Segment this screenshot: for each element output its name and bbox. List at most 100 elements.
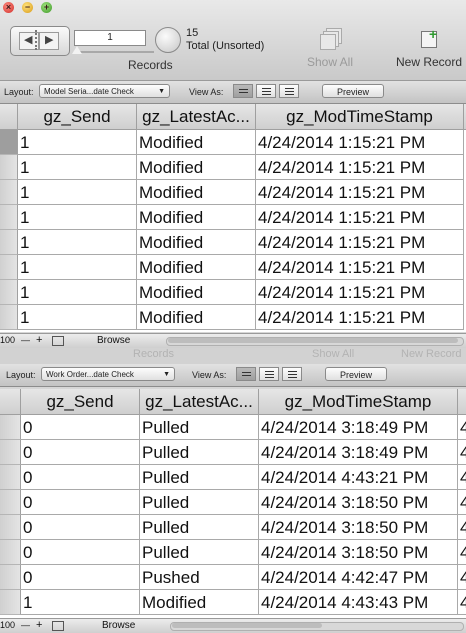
cell-gz-send[interactable]: 1: [18, 180, 137, 205]
cell-gz-modtimestamp[interactable]: 4/24/2014 1:15:21 PM: [256, 280, 464, 305]
cell-gz-modtimestamp[interactable]: 4/24/2014 4:43:21 PM: [259, 465, 458, 490]
column-header-gz-latestaction[interactable]: gz_LatestAc...: [140, 389, 259, 414]
cell-partial-column[interactable]: 4: [458, 415, 466, 440]
cell-gz-send[interactable]: 1: [18, 305, 137, 330]
zoom-in-button[interactable]: +: [36, 334, 42, 346]
cell-gz-latestaction[interactable]: Modified: [137, 180, 256, 205]
column-header-gz-modtimestamp[interactable]: gz_ModTimeStamp: [259, 389, 458, 414]
view-as-list-button[interactable]: [256, 84, 276, 98]
cell-gz-modtimestamp[interactable]: 4/24/2014 1:15:21 PM: [256, 255, 464, 280]
cell-gz-send[interactable]: 1: [18, 280, 137, 305]
view-as-form-button[interactable]: [233, 84, 253, 98]
minimize-button[interactable]: −: [22, 2, 33, 13]
cell-gz-modtimestamp[interactable]: 4/24/2014 3:18:50 PM: [259, 540, 458, 565]
record-slider[interactable]: [72, 46, 154, 54]
row-gutter[interactable]: [0, 440, 21, 465]
cell-gz-modtimestamp[interactable]: 4/24/2014 1:15:21 PM: [256, 230, 464, 255]
cell-gz-send[interactable]: 1: [18, 130, 137, 155]
row-gutter[interactable]: [0, 155, 18, 180]
toggle-status-toolbar-icon[interactable]: [52, 336, 64, 346]
cell-gz-latestaction[interactable]: Modified: [137, 230, 256, 255]
cell-gz-modtimestamp[interactable]: 4/24/2014 3:18:49 PM: [259, 415, 458, 440]
cell-gz-latestaction[interactable]: Pulled: [140, 415, 259, 440]
cell-gz-latestaction[interactable]: Modified: [140, 590, 259, 615]
cell-gz-latestaction[interactable]: Pushed: [140, 565, 259, 590]
cell-gz-modtimestamp[interactable]: 4/24/2014 4:43:43 PM: [259, 590, 458, 615]
cell-gz-send[interactable]: 0: [21, 415, 140, 440]
table-row[interactable]: 0Pulled4/24/2014 3:18:50 PM4: [0, 490, 466, 515]
table-row[interactable]: 0Pulled4/24/2014 3:18:50 PM4: [0, 540, 466, 565]
slider-knob[interactable]: [72, 46, 82, 54]
preview-button[interactable]: Preview: [325, 367, 387, 381]
cell-gz-modtimestamp[interactable]: 4/24/2014 3:18:49 PM: [259, 440, 458, 465]
row-gutter[interactable]: [0, 305, 18, 330]
table-row[interactable]: 0Pulled4/24/2014 3:18:50 PM4: [0, 515, 466, 540]
row-gutter[interactable]: [0, 230, 18, 255]
cell-gz-send[interactable]: 0: [21, 440, 140, 465]
zoom-button[interactable]: +: [41, 2, 52, 13]
column-header-partial[interactable]: [458, 389, 466, 414]
record-number-field[interactable]: 1: [74, 30, 146, 46]
row-gutter[interactable]: [0, 130, 18, 155]
cell-gz-latestaction[interactable]: Modified: [137, 280, 256, 305]
view-as-table-button[interactable]: [282, 367, 302, 381]
table-row[interactable]: 1 Modified 4/24/2014 1:15:21 PM: [0, 130, 466, 155]
zoom-out-button[interactable]: —: [21, 620, 30, 630]
table-row[interactable]: 1 Modified 4/24/2014 1:15:21 PM: [0, 255, 466, 280]
cell-gz-send[interactable]: 1: [18, 230, 137, 255]
cell-gz-modtimestamp[interactable]: 4/24/2014 1:15:21 PM: [256, 305, 464, 330]
cell-partial-column[interactable]: 4: [458, 440, 466, 465]
zoom-level[interactable]: 100: [0, 335, 15, 345]
row-gutter[interactable]: [0, 540, 21, 565]
cell-gz-send[interactable]: 1: [21, 590, 140, 615]
cell-gz-modtimestamp[interactable]: 4/24/2014 1:15:21 PM: [256, 130, 464, 155]
cell-gz-modtimestamp[interactable]: 4/24/2014 1:15:21 PM: [256, 180, 464, 205]
column-header-gz-send[interactable]: gz_Send: [18, 104, 137, 129]
cell-gz-send[interactable]: 1: [18, 155, 137, 180]
mode-label[interactable]: Browse: [102, 620, 135, 631]
cell-gz-latestaction[interactable]: Modified: [137, 155, 256, 180]
table-row[interactable]: 1 Modified 4/24/2014 1:15:21 PM: [0, 155, 466, 180]
row-gutter[interactable]: [0, 180, 18, 205]
cell-gz-latestaction[interactable]: Modified: [137, 255, 256, 280]
view-as-table-button[interactable]: [279, 84, 299, 98]
cell-gz-send[interactable]: 0: [21, 515, 140, 540]
table-row[interactable]: 1 Modified 4/24/2014 1:15:21 PM: [0, 205, 466, 230]
horizontal-scrollbar-thumb[interactable]: [172, 623, 322, 628]
cell-gz-modtimestamp[interactable]: 4/24/2014 1:15:21 PM: [256, 155, 464, 180]
cell-gz-latestaction[interactable]: Pulled: [140, 490, 259, 515]
zoom-out-button[interactable]: —: [21, 335, 30, 345]
cell-partial-column[interactable]: 4: [458, 490, 466, 515]
record-navigator[interactable]: ◀ ▶: [10, 26, 70, 56]
cell-partial-column[interactable]: 4: [458, 465, 466, 490]
row-gutter[interactable]: [0, 465, 21, 490]
cell-gz-latestaction[interactable]: Pulled: [140, 540, 259, 565]
cell-partial-column[interactable]: 4: [458, 590, 466, 615]
row-gutter[interactable]: [0, 590, 21, 615]
row-gutter[interactable]: [0, 205, 18, 230]
view-as-form-button[interactable]: [236, 367, 256, 381]
zoom-level[interactable]: 100: [0, 620, 15, 630]
cell-gz-modtimestamp[interactable]: 4/24/2014 1:15:21 PM: [256, 205, 464, 230]
cell-gz-send[interactable]: 0: [21, 565, 140, 590]
toggle-status-toolbar-icon[interactable]: [52, 621, 64, 631]
table-row[interactable]: 0Pushed4/24/2014 4:42:47 PM4: [0, 565, 466, 590]
cell-gz-latestaction[interactable]: Pulled: [140, 515, 259, 540]
table-row[interactable]: 1 Modified 4/24/2014 1:15:21 PM: [0, 180, 466, 205]
column-header-gz-latestaction[interactable]: gz_LatestAc...: [137, 104, 256, 129]
table-row[interactable]: 0Pulled4/24/2014 3:18:49 PM4: [0, 415, 466, 440]
zoom-in-button[interactable]: +: [36, 619, 42, 631]
table-row[interactable]: 0Pulled4/24/2014 3:18:49 PM4: [0, 440, 466, 465]
cell-gz-latestaction[interactable]: Modified: [137, 130, 256, 155]
cell-gz-modtimestamp[interactable]: 4/24/2014 3:18:50 PM: [259, 490, 458, 515]
column-header-gz-send[interactable]: gz_Send: [21, 389, 140, 414]
next-record-button[interactable]: ▶: [39, 32, 59, 50]
row-gutter[interactable]: [0, 280, 18, 305]
cell-gz-latestaction[interactable]: Modified: [137, 305, 256, 330]
row-gutter[interactable]: [0, 415, 21, 440]
cell-gz-modtimestamp[interactable]: 4/24/2014 4:42:47 PM: [259, 565, 458, 590]
table-row[interactable]: 0Pulled4/24/2014 4:43:21 PM4: [0, 465, 466, 490]
row-gutter[interactable]: [0, 565, 21, 590]
table-row[interactable]: 1 Modified 4/24/2014 1:15:21 PM: [0, 305, 466, 330]
cell-partial-column[interactable]: 4: [458, 540, 466, 565]
